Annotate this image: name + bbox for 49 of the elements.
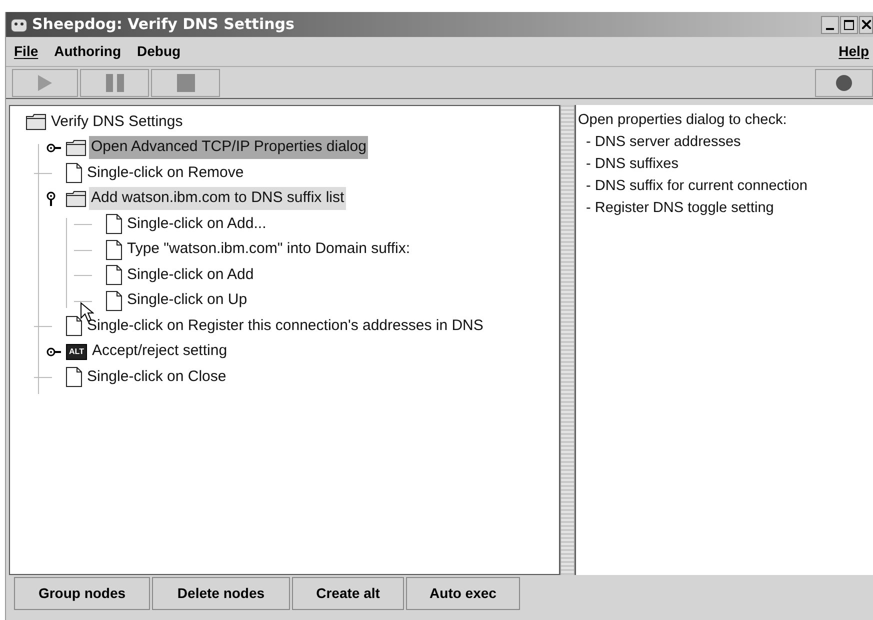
document-icon [106,214,122,234]
action-button[interactable]: Auto exec [406,577,520,610]
minimize-button[interactable] [821,16,839,34]
tree-item[interactable]: Type "watson.ibm.com" into Domain suffix: [125,238,412,261]
menu-item[interactable]: Authoring [54,41,121,62]
record-icon [836,74,852,90]
menu-item[interactable]: Debug [137,41,181,62]
close-button[interactable] [859,16,873,34]
document-icon [106,290,122,310]
tree-item[interactable]: Single-click on Close [85,366,228,388]
description-line: - DNS server addresses [585,133,742,152]
pause-icon [106,74,124,92]
document-icon [106,240,122,260]
action-button[interactable]: Group nodes [14,577,150,610]
action-button[interactable]: Create alt [292,577,404,610]
tree-item[interactable]: Single-click on Up [125,289,250,312]
description-line: - Register DNS toggle setting [585,199,775,218]
stop-icon [176,74,194,92]
tree-item[interactable]: Single-click on Add... [125,212,268,236]
window-title: Sheepdog: Verify DNS Settings [32,14,294,36]
folder-icon [66,140,86,156]
tree-item[interactable]: Open Advanced TCP/IP Properties dialog [89,136,368,159]
folder-icon [66,190,86,206]
sheepdog-icon [10,16,28,34]
document-icon [66,163,82,183]
folder-icon [26,114,46,130]
split-handle[interactable] [560,105,575,575]
maximize-button[interactable] [840,16,858,34]
close-icon [862,20,870,29]
tree-item[interactable]: Single-click on Register this connection's addresses in DNS [85,314,486,338]
description-line: - DNS suffix for current connection [585,177,808,196]
description-line: - DNS suffixes [585,155,680,174]
description-line: Open properties dialog to check: [578,111,788,130]
tree-item[interactable]: Add watson.ibm.com to DNS suffix list [89,187,346,210]
document-icon [106,265,122,285]
menu-item[interactable]: Help [838,41,869,62]
tree-item[interactable]: Verify DNS Settings [49,110,185,134]
tree-item[interactable]: Single-click on Remove [85,162,246,184]
tree-item[interactable]: Accept/reject setting [90,340,230,363]
document-icon [66,316,82,336]
play-icon [38,74,52,90]
tree-item[interactable]: Single-click on Add [125,264,256,286]
maximize-icon [844,20,854,30]
minimize-icon [826,28,834,30]
alt-icon: ALT [66,344,87,360]
document-icon [66,367,82,387]
action-button[interactable]: Delete nodes [152,577,290,610]
menu-item[interactable]: File [14,41,38,62]
record-button[interactable] [815,68,873,96]
